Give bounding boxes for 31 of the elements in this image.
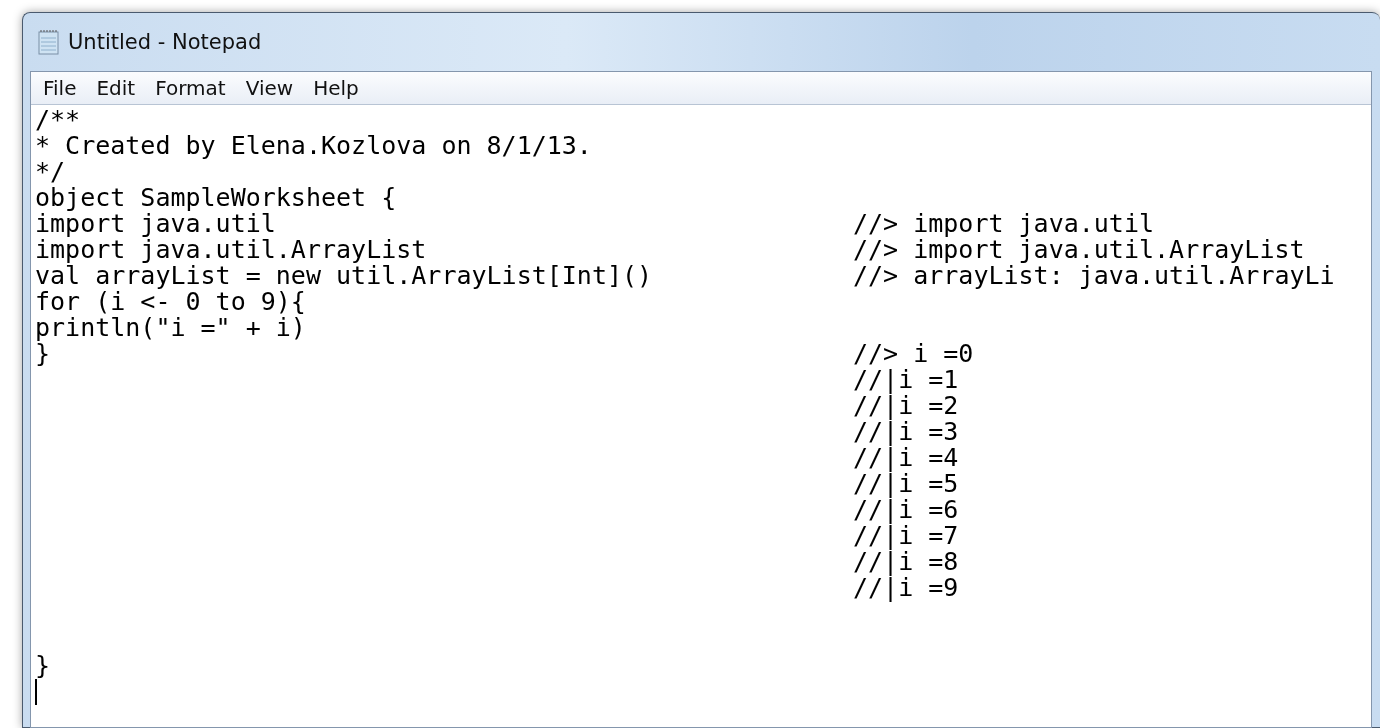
output-comment: //> import java.util.ArrayList	[853, 237, 1305, 263]
output-comment: //|i =6	[853, 497, 959, 523]
menu-item[interactable]: Edit	[88, 76, 148, 100]
menu-item[interactable]: Help	[305, 76, 371, 100]
menu-item[interactable]: File	[35, 76, 89, 100]
code-line: for (i <- 0 to 9){	[35, 289, 307, 315]
menu-item[interactable]: Format	[147, 76, 238, 100]
code-line: object SampleWorksheet {	[35, 185, 398, 211]
code-line: println("i =" + i)	[35, 315, 307, 341]
output-comment: //|i =8	[853, 549, 959, 575]
output-comment: //|i =9	[853, 575, 959, 601]
window-title: Untitled - Notepad	[68, 30, 262, 54]
code-line: }	[35, 341, 51, 367]
output-comment: //|i =3	[853, 419, 959, 445]
notepad-icon	[38, 29, 60, 55]
output-comment: //|i =4	[853, 445, 959, 471]
menu-item[interactable]: View	[237, 76, 306, 100]
output-comment: //|i =5	[853, 471, 959, 497]
code-line: }	[35, 653, 52, 679]
code-line: val arrayList = new util.ArrayList[Int]()	[35, 263, 654, 289]
output-comment: //|i =7	[853, 523, 959, 549]
output-comment: //|i =1	[853, 367, 959, 393]
code-line: */	[35, 159, 67, 185]
output-comment: //> i =0	[853, 341, 974, 367]
code-line: /**	[35, 107, 82, 133]
code-line: import java.util	[35, 211, 276, 237]
output-comment: //> import java.util	[853, 211, 1155, 237]
output-comment: //|i =2	[853, 393, 959, 419]
code-line: * Created by Elena.Kozlova on 8/1/13.	[35, 133, 593, 159]
code-line: import java.util.ArrayList	[35, 237, 428, 263]
output-comment: //> arrayList: java.util.ArrayLi	[853, 263, 1335, 289]
